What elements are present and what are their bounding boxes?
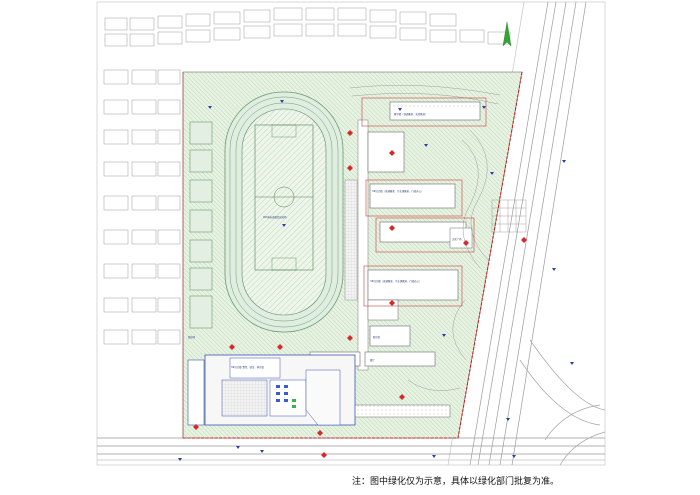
basketball-courts: [189, 121, 213, 329]
label-complex-building-b: 3#综合楼（普通教室、专业课教室、行政办公）: [370, 279, 421, 283]
running-track: [224, 91, 344, 333]
south-west-complex: 3#综合楼 食堂、宿舍、体育馆: [187, 354, 356, 426]
plaza-label: 文化广场: [452, 237, 462, 241]
label-complex-note: 3#综合楼 食堂、宿舍、体育馆: [231, 365, 265, 369]
courts-label: 篮球场: [188, 335, 196, 339]
sports-field-label: 400米标准田径运动场: [263, 215, 287, 219]
label-library: 图书馆: [373, 335, 381, 339]
label-teaching-building: 教学楼（普通教室、实验教室）: [394, 112, 427, 116]
label-canteen: 餐厅: [370, 358, 375, 362]
site-plan-drawing: 400米标准田径运动场 篮球场 教学楼（普通教室、实验教室） 3#综合楼（普通教…: [96, 1, 606, 466]
label-complex-building-a: 3#综合楼（普通教室、专业课教室、行政办公）: [372, 189, 423, 193]
greening-note: 注：图中绿化仅为示意，具体以绿化部门批复为准。: [352, 477, 560, 487]
